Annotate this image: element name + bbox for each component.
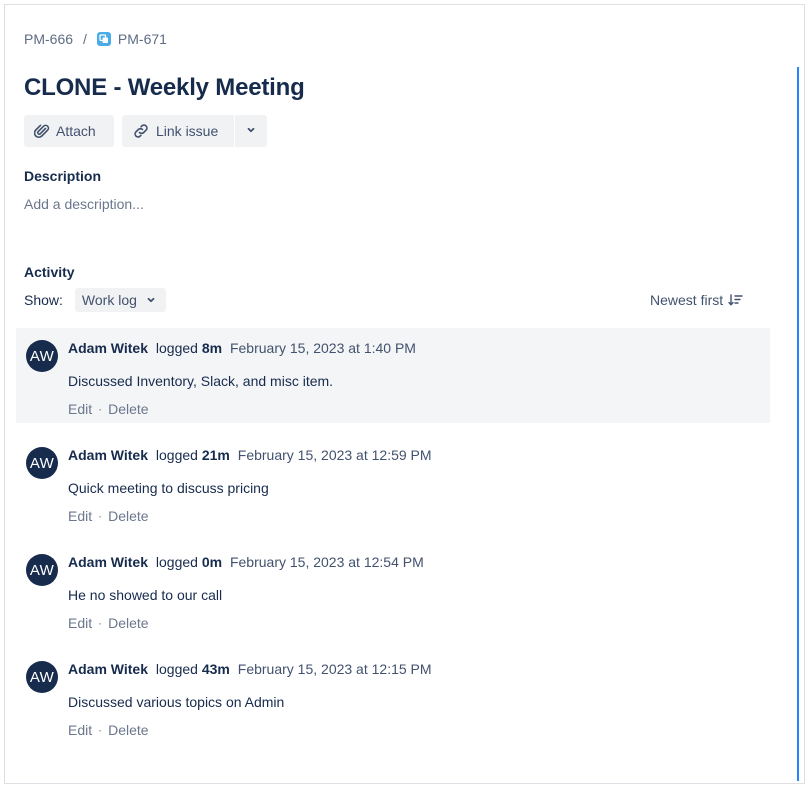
logged-label: logged: [155, 554, 198, 570]
delete-worklog-button[interactable]: Delete: [108, 722, 148, 738]
worklog-actions: Edit · Delete: [68, 722, 149, 738]
worklog-comment: He no showed to our call: [68, 587, 223, 603]
delete-worklog-button[interactable]: Delete: [108, 508, 148, 524]
worklog-comment: Discussed various topics on Admin: [68, 694, 285, 710]
avatar[interactable]: AW: [26, 554, 58, 586]
delete-worklog-button[interactable]: Delete: [108, 401, 148, 417]
logged-label: logged: [155, 661, 198, 677]
activity-filter: Show: Work log: [24, 288, 166, 312]
activity-type-value: Work log: [81, 292, 137, 308]
worklog-comment: Discussed Inventory, Slack, and misc ite…: [68, 373, 334, 389]
worklog-actions: Edit · Delete: [68, 401, 149, 417]
sort-descending-icon: [728, 293, 743, 307]
worklog-date: February 15, 2023 at 12:59 PM: [237, 447, 432, 463]
author-name[interactable]: Adam Witek: [68, 447, 148, 463]
sort-order-button[interactable]: Newest first: [650, 292, 743, 308]
scrollbar[interactable]: [797, 67, 799, 781]
worklog-meta: Adam Witek logged 8m February 15, 2023 a…: [68, 340, 416, 356]
time-spent: 0m: [201, 554, 223, 570]
logged-label: logged: [155, 340, 198, 356]
edit-worklog-button[interactable]: Edit: [68, 508, 92, 524]
worklog-actions: Edit · Delete: [68, 615, 149, 631]
avatar[interactable]: AW: [26, 447, 58, 479]
description-input[interactable]: Add a description...: [24, 196, 144, 212]
time-spent: 21m: [201, 447, 230, 463]
link-issue-group: Link issue: [122, 115, 267, 147]
show-label: Show:: [24, 292, 63, 308]
worklog-meta: Adam Witek logged 21m February 15, 2023 …: [68, 447, 432, 463]
delete-worklog-button[interactable]: Delete: [108, 615, 148, 631]
breadcrumb-current-link[interactable]: PM-671: [118, 31, 167, 47]
worklog-date: February 15, 2023 at 1:40 PM: [229, 340, 416, 356]
breadcrumb-parent-link[interactable]: PM-666: [24, 31, 73, 47]
more-actions-button[interactable]: [235, 115, 267, 147]
worklog-meta: Adam Witek logged 0m February 15, 2023 a…: [68, 554, 424, 570]
link-icon: [132, 122, 150, 140]
avatar[interactable]: AW: [26, 661, 58, 693]
attach-button-label: Attach: [56, 123, 96, 139]
avatar[interactable]: AW: [26, 340, 58, 372]
edit-worklog-button[interactable]: Edit: [68, 401, 92, 417]
action-separator: ·: [98, 723, 103, 737]
activity-type-select[interactable]: Work log: [74, 288, 166, 312]
breadcrumb-separator: /: [83, 31, 87, 47]
action-separator: ·: [98, 509, 103, 523]
edit-worklog-button[interactable]: Edit: [68, 615, 92, 631]
worklog-entry: AW Adam Witek logged 8m February 15, 202…: [16, 328, 770, 423]
time-spent: 8m: [201, 340, 223, 356]
logged-label: logged: [155, 447, 198, 463]
issue-toolbar: Attach Link issue: [24, 115, 267, 147]
chevron-down-icon: [145, 294, 157, 306]
activity-heading: Activity: [24, 264, 75, 280]
edit-worklog-button[interactable]: Edit: [68, 722, 92, 738]
description-heading: Description: [24, 168, 102, 184]
worklog-actions: Edit · Delete: [68, 508, 149, 524]
attach-button[interactable]: Attach: [24, 115, 114, 147]
paperclip-icon: [34, 123, 50, 139]
worklog-date: February 15, 2023 at 12:15 PM: [237, 661, 432, 677]
worklog-meta: Adam Witek logged 43m February 15, 2023 …: [68, 661, 432, 677]
worklog-entry: AW Adam Witek logged 0m February 15, 202…: [16, 542, 770, 637]
issue-title[interactable]: CLONE - Weekly Meeting: [24, 74, 305, 102]
author-name[interactable]: Adam Witek: [68, 340, 148, 356]
worklog-entry: AW Adam Witek logged 43m February 15, 20…: [16, 649, 770, 744]
worklog-comment: Quick meeting to discuss pricing: [68, 480, 269, 496]
author-name[interactable]: Adam Witek: [68, 661, 148, 677]
breadcrumb: PM-666 / PM-671: [24, 30, 167, 48]
chevron-down-icon: [245, 123, 257, 139]
action-separator: ·: [98, 402, 103, 416]
sort-order-label: Newest first: [650, 292, 724, 308]
action-separator: ·: [98, 616, 103, 630]
link-issue-button[interactable]: Link issue: [122, 115, 234, 147]
author-name[interactable]: Adam Witek: [68, 554, 148, 570]
link-issue-button-label: Link issue: [156, 123, 219, 139]
worklog-date: February 15, 2023 at 12:54 PM: [229, 554, 424, 570]
time-spent: 43m: [201, 661, 230, 677]
worklog-entry: AW Adam Witek logged 21m February 15, 20…: [16, 435, 770, 530]
task-clone-icon: [96, 32, 111, 46]
